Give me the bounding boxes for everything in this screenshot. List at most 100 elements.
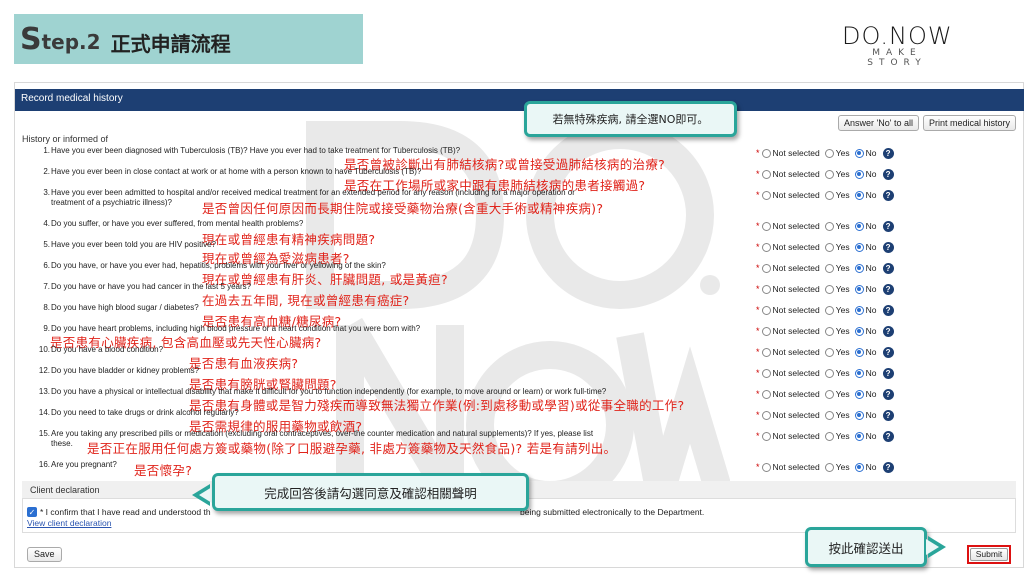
radio-label-yes[interactable]: Yes [836, 263, 850, 273]
radio-label-no[interactable]: No [866, 410, 877, 420]
radio-label-yes[interactable]: Yes [836, 169, 850, 179]
radio-no[interactable] [854, 410, 864, 420]
radio-yes[interactable] [824, 169, 834, 179]
answer-no-to-all-button[interactable]: Answer 'No' to all [838, 115, 919, 131]
help-icon[interactable]: ? [882, 220, 894, 232]
radio-label-not-selected[interactable]: Not selected [773, 221, 820, 231]
help-icon[interactable]: ? [882, 189, 894, 201]
radio-label-no[interactable]: No [866, 190, 877, 200]
radio-not-selected[interactable] [761, 263, 771, 273]
radio-label-not-selected[interactable]: Not selected [773, 462, 820, 472]
radio-yes[interactable] [824, 389, 834, 399]
help-icon[interactable]: ? [882, 367, 894, 379]
radio-label-not-selected[interactable]: Not selected [773, 148, 820, 158]
radio-no[interactable] [854, 284, 864, 294]
radio-label-no[interactable]: No [866, 221, 877, 231]
radio-label-no[interactable]: No [866, 305, 877, 315]
help-icon[interactable]: ? [882, 241, 894, 253]
help-icon[interactable]: ? [882, 147, 894, 159]
radio-label-no[interactable]: No [866, 347, 877, 357]
help-icon[interactable]: ? [882, 409, 894, 421]
radio-label-not-selected[interactable]: Not selected [773, 263, 820, 273]
help-icon[interactable]: ? [882, 325, 894, 337]
radio-yes[interactable] [824, 326, 834, 336]
radio-no[interactable] [854, 190, 864, 200]
radio-label-no[interactable]: No [866, 462, 877, 472]
radio-label-not-selected[interactable]: Not selected [773, 389, 820, 399]
radio-yes[interactable] [824, 368, 834, 378]
radio-label-not-selected[interactable]: Not selected [773, 305, 820, 315]
radio-yes[interactable] [824, 242, 834, 252]
radio-no[interactable] [854, 221, 864, 231]
radio-label-yes[interactable]: Yes [836, 148, 850, 158]
radio-not-selected[interactable] [761, 221, 771, 231]
radio-yes[interactable] [824, 462, 834, 472]
submit-button[interactable]: Submit [970, 548, 1008, 561]
radio-no[interactable] [854, 462, 864, 472]
print-medical-history-button[interactable]: Print medical history [923, 115, 1017, 131]
radio-yes[interactable] [824, 431, 834, 441]
radio-yes[interactable] [824, 148, 834, 158]
radio-label-no[interactable]: No [866, 148, 877, 158]
radio-label-not-selected[interactable]: Not selected [773, 347, 820, 357]
radio-not-selected[interactable] [761, 305, 771, 315]
radio-label-no[interactable]: No [866, 368, 877, 378]
help-icon[interactable]: ? [882, 461, 894, 473]
radio-yes[interactable] [824, 347, 834, 357]
radio-no[interactable] [854, 326, 864, 336]
radio-not-selected[interactable] [761, 431, 771, 441]
radio-yes[interactable] [824, 284, 834, 294]
radio-label-no[interactable]: No [866, 389, 877, 399]
help-icon[interactable]: ? [882, 262, 894, 274]
radio-not-selected[interactable] [761, 410, 771, 420]
radio-label-not-selected[interactable]: Not selected [773, 410, 820, 420]
help-icon[interactable]: ? [882, 346, 894, 358]
radio-label-no[interactable]: No [866, 284, 877, 294]
radio-label-yes[interactable]: Yes [836, 221, 850, 231]
radio-label-no[interactable]: No [866, 263, 877, 273]
radio-label-no[interactable]: No [866, 242, 877, 252]
radio-no[interactable] [854, 347, 864, 357]
radio-label-not-selected[interactable]: Not selected [773, 284, 820, 294]
help-icon[interactable]: ? [882, 168, 894, 180]
radio-label-yes[interactable]: Yes [836, 284, 850, 294]
help-icon[interactable]: ? [882, 430, 894, 442]
radio-label-not-selected[interactable]: Not selected [773, 169, 820, 179]
radio-not-selected[interactable] [761, 148, 771, 158]
radio-no[interactable] [854, 431, 864, 441]
declaration-checkbox[interactable]: ✓ [27, 507, 37, 517]
radio-no[interactable] [854, 305, 864, 315]
radio-no[interactable] [854, 263, 864, 273]
save-button[interactable]: Save [27, 547, 62, 562]
help-icon[interactable]: ? [882, 283, 894, 295]
radio-not-selected[interactable] [761, 462, 771, 472]
radio-no[interactable] [854, 242, 864, 252]
radio-not-selected[interactable] [761, 326, 771, 336]
radio-label-no[interactable]: No [866, 431, 877, 441]
radio-label-yes[interactable]: Yes [836, 347, 850, 357]
radio-not-selected[interactable] [761, 368, 771, 378]
radio-not-selected[interactable] [761, 242, 771, 252]
radio-no[interactable] [854, 368, 864, 378]
radio-label-no[interactable]: No [866, 326, 877, 336]
radio-label-yes[interactable]: Yes [836, 410, 850, 420]
radio-label-not-selected[interactable]: Not selected [773, 431, 820, 441]
help-icon[interactable]: ? [882, 304, 894, 316]
radio-label-yes[interactable]: Yes [836, 368, 850, 378]
radio-no[interactable] [854, 389, 864, 399]
radio-label-yes[interactable]: Yes [836, 431, 850, 441]
radio-not-selected[interactable] [761, 169, 771, 179]
radio-yes[interactable] [824, 263, 834, 273]
radio-label-not-selected[interactable]: Not selected [773, 190, 820, 200]
radio-label-yes[interactable]: Yes [836, 190, 850, 200]
radio-label-yes[interactable]: Yes [836, 389, 850, 399]
radio-not-selected[interactable] [761, 284, 771, 294]
radio-label-yes[interactable]: Yes [836, 242, 850, 252]
radio-not-selected[interactable] [761, 389, 771, 399]
radio-label-yes[interactable]: Yes [836, 462, 850, 472]
radio-no[interactable] [854, 169, 864, 179]
radio-not-selected[interactable] [761, 190, 771, 200]
radio-label-no[interactable]: No [866, 169, 877, 179]
radio-label-not-selected[interactable]: Not selected [773, 326, 820, 336]
radio-yes[interactable] [824, 190, 834, 200]
